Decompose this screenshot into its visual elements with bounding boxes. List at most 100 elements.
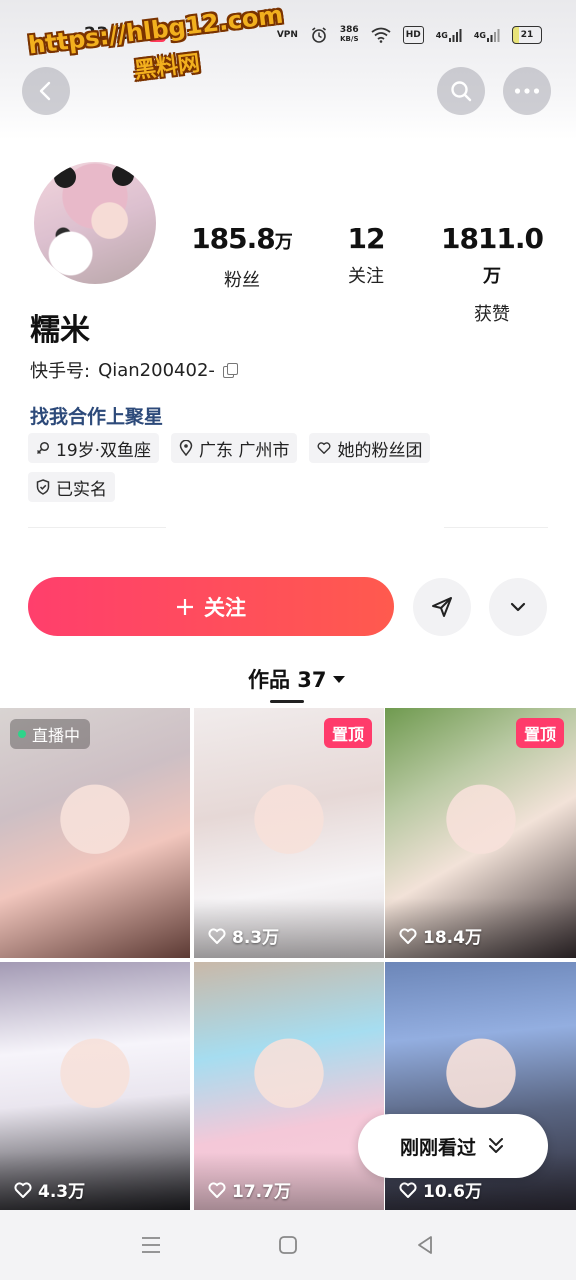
stat-following[interactable]: 12 关注 — [306, 222, 426, 288]
avatar-decoration — [54, 166, 76, 188]
tag-location: 广东 广州市 — [171, 433, 298, 463]
likes-count-value: 1811.0 — [440, 222, 544, 255]
system-navigation-bar — [0, 1210, 576, 1280]
recent-apps-button[interactable] — [138, 1232, 164, 1258]
copy-icon[interactable] — [222, 363, 238, 378]
video-thumbnail[interactable]: 置顶 18.4万 — [385, 708, 576, 958]
video-likes-count: 10.6万 — [423, 1182, 482, 1202]
video-likes: 4.3万 — [14, 1177, 85, 1202]
expand-button[interactable] — [489, 578, 547, 636]
search-button[interactable] — [437, 67, 485, 115]
live-badge-label: 直播中 — [32, 726, 81, 745]
following-label: 关注 — [348, 266, 384, 287]
tag-location-label: 广东 广州市 — [199, 440, 290, 461]
thumbnail-image — [53, 1027, 137, 1111]
recently-viewed-label: 刚刚看过 — [399, 1136, 476, 1159]
plus-icon — [176, 593, 194, 621]
network-speed-value: 386 — [339, 25, 359, 35]
video-likes: 10.6万 — [399, 1177, 482, 1202]
live-dot-icon — [18, 730, 26, 738]
video-likes: 17.7万 — [208, 1177, 291, 1202]
likes-count-unit: 万 — [483, 266, 501, 287]
video-likes-count: 18.4万 — [423, 928, 482, 948]
profile-tags: 19岁·双鱼座 广东 广州市 她的粉丝团 已实名 — [28, 433, 528, 502]
caret-down-icon — [332, 675, 345, 683]
stat-fans[interactable]: 185.8万 粉丝 — [182, 222, 302, 292]
search-icon — [451, 81, 472, 102]
divider — [444, 527, 548, 528]
follow-button-label: 关注 — [204, 595, 246, 620]
follow-button[interactable]: 关注 — [28, 577, 394, 636]
hd-icon: HD — [402, 26, 424, 44]
profile-id-label: 快手号: — [30, 361, 91, 382]
video-thumbnail[interactable]: 4.3万 — [0, 962, 190, 1212]
shield-check-icon — [36, 479, 50, 495]
share-button[interactable] — [413, 578, 471, 636]
tag-age: 19岁·双鱼座 — [28, 433, 160, 463]
thumbnail-image — [247, 1027, 331, 1111]
tab-indicator — [270, 700, 304, 703]
more-button[interactable] — [503, 67, 551, 115]
battery-icon: 21 — [512, 26, 542, 44]
tag-fan-group-label: 她的粉丝团 — [337, 440, 423, 461]
video-likes-count: 4.3万 — [38, 1182, 86, 1202]
more-dots-icon — [514, 88, 540, 94]
profile-id-row[interactable]: 快手号: Qian200402- — [30, 357, 238, 383]
heart-icon — [399, 1181, 417, 1198]
fans-count: 185.8万 — [182, 222, 302, 260]
network-speed-unit: KB/S — [340, 35, 359, 43]
video-thumbnail[interactable]: 直播中 — [0, 708, 190, 958]
tab-works-label: 作品 37 — [248, 668, 327, 692]
alarm-icon — [310, 26, 328, 44]
likes-count: 1811.0 万 — [432, 222, 552, 294]
signal-label-2: 4G — [473, 30, 486, 40]
send-icon — [432, 597, 452, 617]
pinned-badge: 置顶 — [323, 718, 372, 748]
chevron-down-icon — [510, 602, 526, 612]
network-speed: 386 KB/S — [340, 26, 359, 44]
system-back-button[interactable] — [412, 1232, 438, 1258]
avatar[interactable] — [34, 162, 156, 284]
stat-likes[interactable]: 1811.0 万 获赞 — [432, 222, 552, 326]
back-button[interactable] — [22, 67, 70, 115]
video-likes-count: 17.7万 — [232, 1182, 291, 1202]
tag-age-label: 19岁·双鱼座 — [56, 440, 152, 461]
female-icon — [36, 441, 50, 455]
location-pin-icon — [179, 440, 193, 456]
pinned-badge: 置顶 — [515, 718, 564, 748]
thumbnail-image — [247, 773, 331, 857]
signal-icon-1: 4G — [436, 26, 462, 44]
battery-level: 21 — [520, 30, 534, 40]
video-thumbnail[interactable]: 置顶 8.3万 — [194, 708, 384, 958]
triangle-back-icon — [418, 1236, 432, 1254]
recently-viewed-button[interactable]: 刚刚看过 — [358, 1114, 548, 1178]
tag-verified-label: 已实名 — [56, 479, 107, 500]
profile-name: 糯米 — [30, 313, 90, 348]
thumbnail-image — [438, 1027, 523, 1111]
tag-fan-group[interactable]: 她的粉丝团 — [309, 433, 431, 463]
home-button[interactable] — [275, 1232, 301, 1258]
avatar-decoration — [112, 164, 134, 186]
video-likes: 18.4万 — [399, 923, 482, 948]
home-square-icon — [279, 1236, 297, 1254]
heart-icon — [208, 1181, 226, 1198]
fans-count-unit: 万 — [274, 232, 293, 253]
video-likes: 8.3万 — [208, 923, 279, 948]
thumbnail-image — [53, 773, 137, 857]
profile-id-value: Qian200402- — [98, 359, 215, 381]
menu-icon — [142, 1237, 160, 1253]
tag-verified: 已实名 — [28, 472, 115, 502]
chevron-left-icon — [39, 81, 51, 101]
cooperation-link[interactable]: 找我合作上聚星 — [30, 402, 163, 429]
likes-label: 获赞 — [474, 304, 510, 325]
video-thumbnail[interactable]: 17.7万 — [194, 962, 384, 1212]
watermark-site-name: 黑料网 — [132, 51, 202, 84]
signal-icon-2: 4G — [474, 26, 500, 44]
fans-label: 粉丝 — [224, 270, 260, 291]
fans-count-value: 185.8 — [191, 222, 276, 255]
signal-label-1: 4G — [435, 30, 448, 40]
double-chevron-down-icon — [489, 1138, 503, 1153]
wifi-icon — [371, 26, 391, 44]
heart-icon — [14, 1181, 32, 1198]
tab-works[interactable]: 作品 37 — [248, 664, 345, 694]
